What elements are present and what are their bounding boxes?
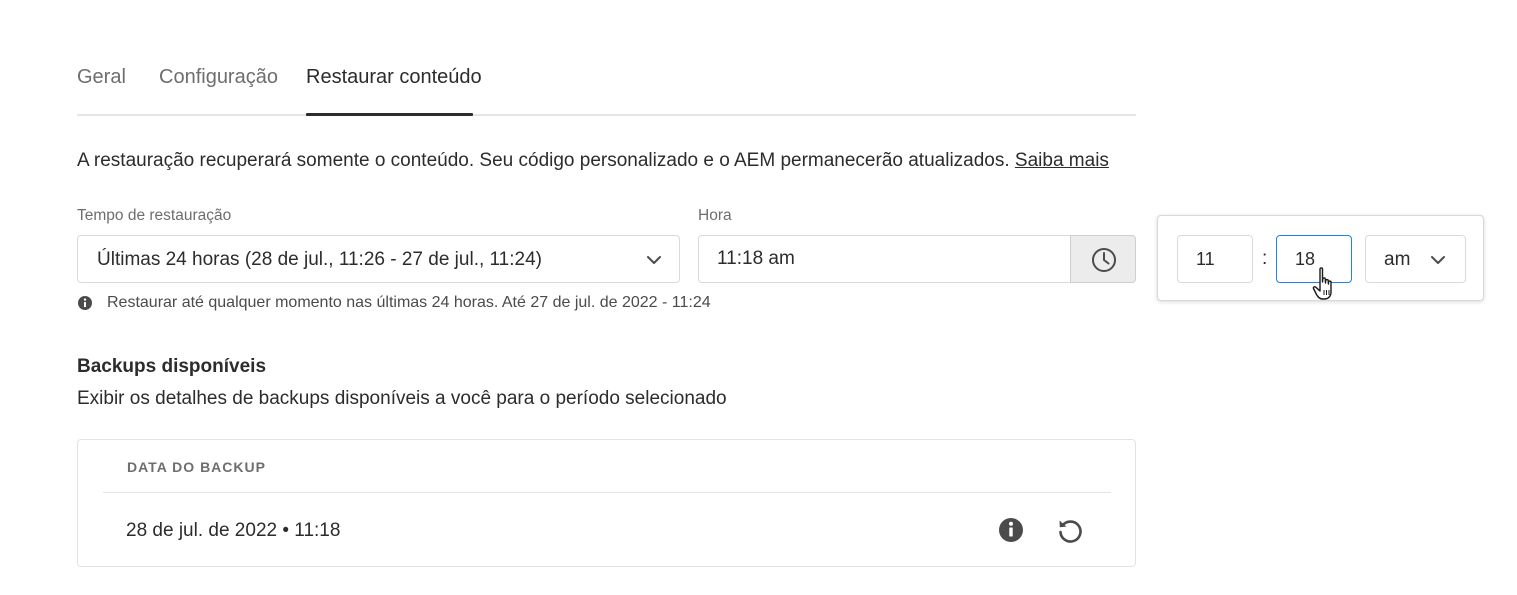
- chevron-down-icon: [647, 256, 661, 264]
- tab-geral[interactable]: Geral: [77, 66, 126, 89]
- clock-button[interactable]: [1070, 235, 1136, 283]
- backups-title: Backups disponíveis: [77, 356, 267, 377]
- intro-text: A restauração recuperará somente o conte…: [77, 150, 1109, 172]
- learn-more-link[interactable]: Saiba mais: [1015, 150, 1109, 171]
- am-pm-select[interactable]: am: [1365, 235, 1466, 283]
- hour-input[interactable]: [1177, 235, 1253, 283]
- restore-time-label: Tempo de restauração: [77, 207, 232, 224]
- tab-configuracao[interactable]: Configuração: [159, 66, 278, 89]
- restore-time-picker[interactable]: Últimas 24 horas (28 de jul., 11:26 - 27…: [77, 235, 680, 283]
- time-separator: :: [1262, 248, 1268, 269]
- backup-date: 28 de jul. de 2022 • 11:18: [126, 520, 341, 541]
- am-pm-value: am: [1384, 249, 1411, 270]
- clock-icon: [1092, 248, 1116, 272]
- hour-label: Hora: [698, 207, 732, 224]
- hour-value: 11:18 am: [717, 248, 795, 269]
- info-icon[interactable]: [997, 516, 1025, 544]
- restore-icon[interactable]: [1056, 516, 1084, 544]
- active-tab-indicator: [306, 113, 473, 116]
- hour-field[interactable]: 11:18 am: [698, 235, 1071, 283]
- backups-table: DATA DO BACKUP 28 de jul. de 2022 • 11:1…: [77, 439, 1136, 567]
- tab-restaurar-conteudo[interactable]: Restaurar conteúdo: [306, 66, 482, 89]
- minute-input[interactable]: [1276, 235, 1352, 283]
- column-header-backup-date: DATA DO BACKUP: [127, 459, 266, 475]
- chevron-down-icon: [1431, 256, 1445, 264]
- info-icon: [78, 296, 92, 310]
- table-divider: [103, 492, 1111, 493]
- intro-description: A restauração recuperará somente o conte…: [77, 150, 1015, 171]
- backups-description: Exibir os detalhes de backups disponívei…: [77, 388, 727, 409]
- help-text: Restaurar até qualquer momento nas últim…: [107, 294, 711, 311]
- time-picker-popover: : am: [1157, 215, 1484, 301]
- restore-time-value: Últimas 24 horas (28 de jul., 11:26 - 27…: [97, 249, 542, 270]
- tab-bar: Geral Configuração Restaurar conteúdo: [77, 60, 1136, 116]
